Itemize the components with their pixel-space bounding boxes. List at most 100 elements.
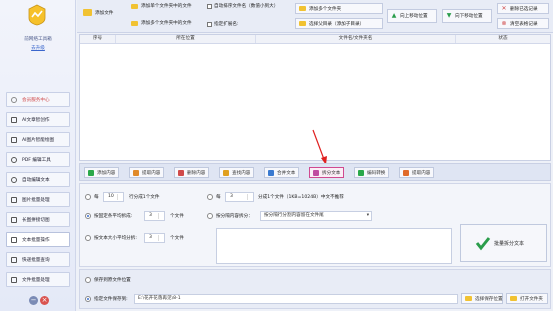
add-file-button[interactable]: 添加文件 — [83, 9, 113, 16]
lines-per-file-input[interactable]: 10 — [103, 192, 124, 202]
option-split-by-size-radio[interactable] — [207, 194, 213, 200]
option-split-by-textsize-radio[interactable] — [85, 235, 91, 241]
move-up-label: 向上移动位置 — [400, 14, 428, 19]
sidebar: 前网络工具箱 去升级 会员服务中心 AI文章智创作 AI图片智能绘图 PDF 编… — [0, 0, 76, 311]
save-original-radio[interactable] — [85, 277, 91, 283]
checkmark-icon — [475, 237, 491, 251]
col-index: 序号 — [80, 35, 116, 43]
clear-all-button[interactable]: ⊗ 清空表格记录 — [497, 18, 549, 29]
sidebar-item-label: PDF 编辑工具 — [22, 157, 51, 163]
batch-split-button[interactable]: 批量拆分文本 — [460, 224, 547, 262]
opt5-suffix: 个文件 — [170, 236, 184, 241]
file-icon — [11, 276, 17, 283]
sidebar-item-ai-writing[interactable]: AI文章智创作 — [6, 112, 70, 127]
option-split-by-lines-radio[interactable] — [85, 194, 91, 200]
opt1-suffix: 行分成1个文件 — [129, 195, 160, 200]
suffix-label: 指定扩展名: — [214, 22, 239, 27]
action-label: 编码转换 — [367, 170, 386, 176]
checkbox-icon — [207, 21, 212, 27]
add-folder-files-button[interactable]: 添加单个文件夹中的文件 — [131, 3, 192, 9]
minimize-icon[interactable]: − — [29, 296, 38, 305]
folder-icon — [131, 20, 138, 26]
truck-icon — [11, 256, 17, 263]
folder-open-icon — [510, 296, 517, 301]
action-split-text-button[interactable]: 拆分文本 — [309, 167, 345, 178]
output-panel: 保存到原文件位置 指定文件保存到: E:\花开花落再见\8-1 选择保存位置 打… — [79, 269, 551, 309]
sidebar-item-label: 图片批量处理 — [22, 197, 50, 203]
ai-icon — [11, 116, 17, 123]
add-multi-folders-label: 添加多个文件夹 — [309, 6, 342, 12]
folder-icon — [465, 296, 472, 301]
suffix-checkbox[interactable]: 指定扩展名: — [207, 21, 239, 27]
add-file-label: 添加文件 — [95, 10, 114, 16]
action-label: 查找内容 — [232, 170, 251, 176]
sidebar-item-express[interactable]: 快递批量查询 — [6, 252, 70, 267]
sidebar-item-label: 文件批量处理 — [22, 277, 50, 283]
upgrade-link[interactable]: 去升级 — [0, 45, 76, 51]
move-up-button[interactable]: ▲ 向上移动位置 — [387, 9, 437, 23]
action-label: 添加内容 — [97, 170, 116, 176]
action-extract-content-button[interactable]: 提取内容 — [129, 167, 165, 178]
open-folder-button[interactable]: 打开文件夹 — [506, 293, 548, 304]
save-path-input[interactable]: E:\花开花落再见\8-1 — [134, 294, 458, 304]
close-icon[interactable]: × — [40, 296, 49, 305]
open-folder-label: 打开文件夹 — [520, 296, 543, 302]
textsize-count-input[interactable]: 3 — [144, 233, 165, 243]
sidebar-item-label: 自动编辑文本 — [22, 177, 50, 183]
opt2-suffix: 分成1个文件（1KB=1024B）中文不推荐 — [258, 195, 344, 200]
sidebar-item-member-center[interactable]: 会员服务中心 — [6, 92, 70, 107]
action-extract-content-2-button[interactable]: 提取内容 — [399, 167, 435, 178]
action-find-content-button[interactable]: 查找内容 — [219, 167, 255, 178]
encoding-icon — [358, 169, 364, 176]
select-parent-label: 选择父目录（添加子目录） — [309, 21, 365, 27]
sidebar-item-pdf[interactable]: PDF 编辑工具 — [6, 152, 70, 167]
clear-icon: ⊗ — [501, 19, 507, 27]
sidebar-item-label: 长图拼接切图 — [22, 217, 50, 223]
add-multi-folders-button[interactable]: 添加多个文件夹 — [295, 3, 383, 14]
delete-icon: ✕ — [501, 4, 507, 12]
opt5-label: 按文本大小平均分拆: — [94, 236, 137, 241]
opt3-suffix: 个文件 — [170, 214, 184, 219]
option-split-by-count-radio[interactable] — [85, 213, 91, 219]
sidebar-item-ai-drawing[interactable]: AI图片智能绘图 — [6, 132, 70, 147]
sidebar-item-file-batch[interactable]: 文件批量处理 — [6, 272, 70, 287]
select-parent-dir-button[interactable]: 选择父目录（添加子目录） — [295, 18, 383, 29]
clear-all-label: 清空表格记录 — [510, 21, 538, 27]
delete-icon — [178, 169, 184, 176]
merge-icon — [268, 169, 274, 176]
sidebar-item-label: 会员服务中心 — [22, 97, 50, 103]
separator-content-textarea[interactable] — [216, 228, 452, 264]
sidebar-item-long-image[interactable]: 长图拼接切图 — [6, 212, 70, 227]
option-split-by-separator-radio[interactable] — [207, 213, 213, 219]
add-multi-folder-files-button[interactable]: 添加多个文件夹中的文件 — [131, 20, 192, 26]
save-to-radio[interactable] — [85, 296, 91, 302]
sidebar-item-image-batch[interactable]: 图片批量处理 — [6, 192, 70, 207]
choose-save-location-label: 选择保存位置 — [475, 296, 503, 302]
folder-plus-icon — [83, 9, 92, 16]
sidebar-item-auto-edit[interactable]: 自动编辑文本 — [6, 172, 70, 187]
action-delete-content-button[interactable]: 删除内容 — [174, 167, 210, 178]
auto-sort-label: 自动排序文件名（数值小到大） — [214, 4, 279, 9]
action-merge-text-button[interactable]: 合并文本 — [264, 167, 300, 178]
save-original-label: 保存到原文件位置 — [94, 278, 131, 283]
file-count-input[interactable]: 3 — [144, 211, 165, 221]
sidebar-item-text-batch[interactable]: 文本批量操作 — [6, 232, 70, 247]
user-circle-icon — [11, 96, 17, 103]
image-icon — [11, 216, 17, 223]
delete-selected-button[interactable]: ✕ 删除已选记录 — [497, 3, 549, 14]
edit-icon — [11, 176, 17, 183]
action-label: 合并文本 — [277, 170, 296, 176]
opt1-prefix: 每 — [94, 195, 99, 200]
move-down-button[interactable]: ▼ 向下移动位置 — [442, 9, 492, 23]
split-options-panel: 每 10 行分成1个文件 每 3 分成1个文件（1KB=1024B）中文不推荐 … — [79, 183, 551, 267]
action-encoding-convert-button[interactable]: 编码转换 — [354, 167, 390, 178]
separator-mode-select[interactable]: 按分隔行分割内容留在文件尾 ▾ — [260, 211, 372, 221]
choose-save-location-button[interactable]: 选择保存位置 — [461, 293, 503, 304]
batch-split-label: 批量拆分文本 — [494, 240, 525, 247]
size-per-file-input[interactable]: 3 — [225, 192, 254, 202]
sidebar-item-label: 快递批量查询 — [22, 257, 50, 263]
auto-sort-checkbox[interactable]: 自动排序文件名（数值小到大） — [207, 3, 278, 9]
folder-icon — [131, 3, 138, 9]
move-down-label: 向下移动位置 — [455, 14, 483, 19]
action-add-content-button[interactable]: 添加内容 — [84, 167, 120, 178]
